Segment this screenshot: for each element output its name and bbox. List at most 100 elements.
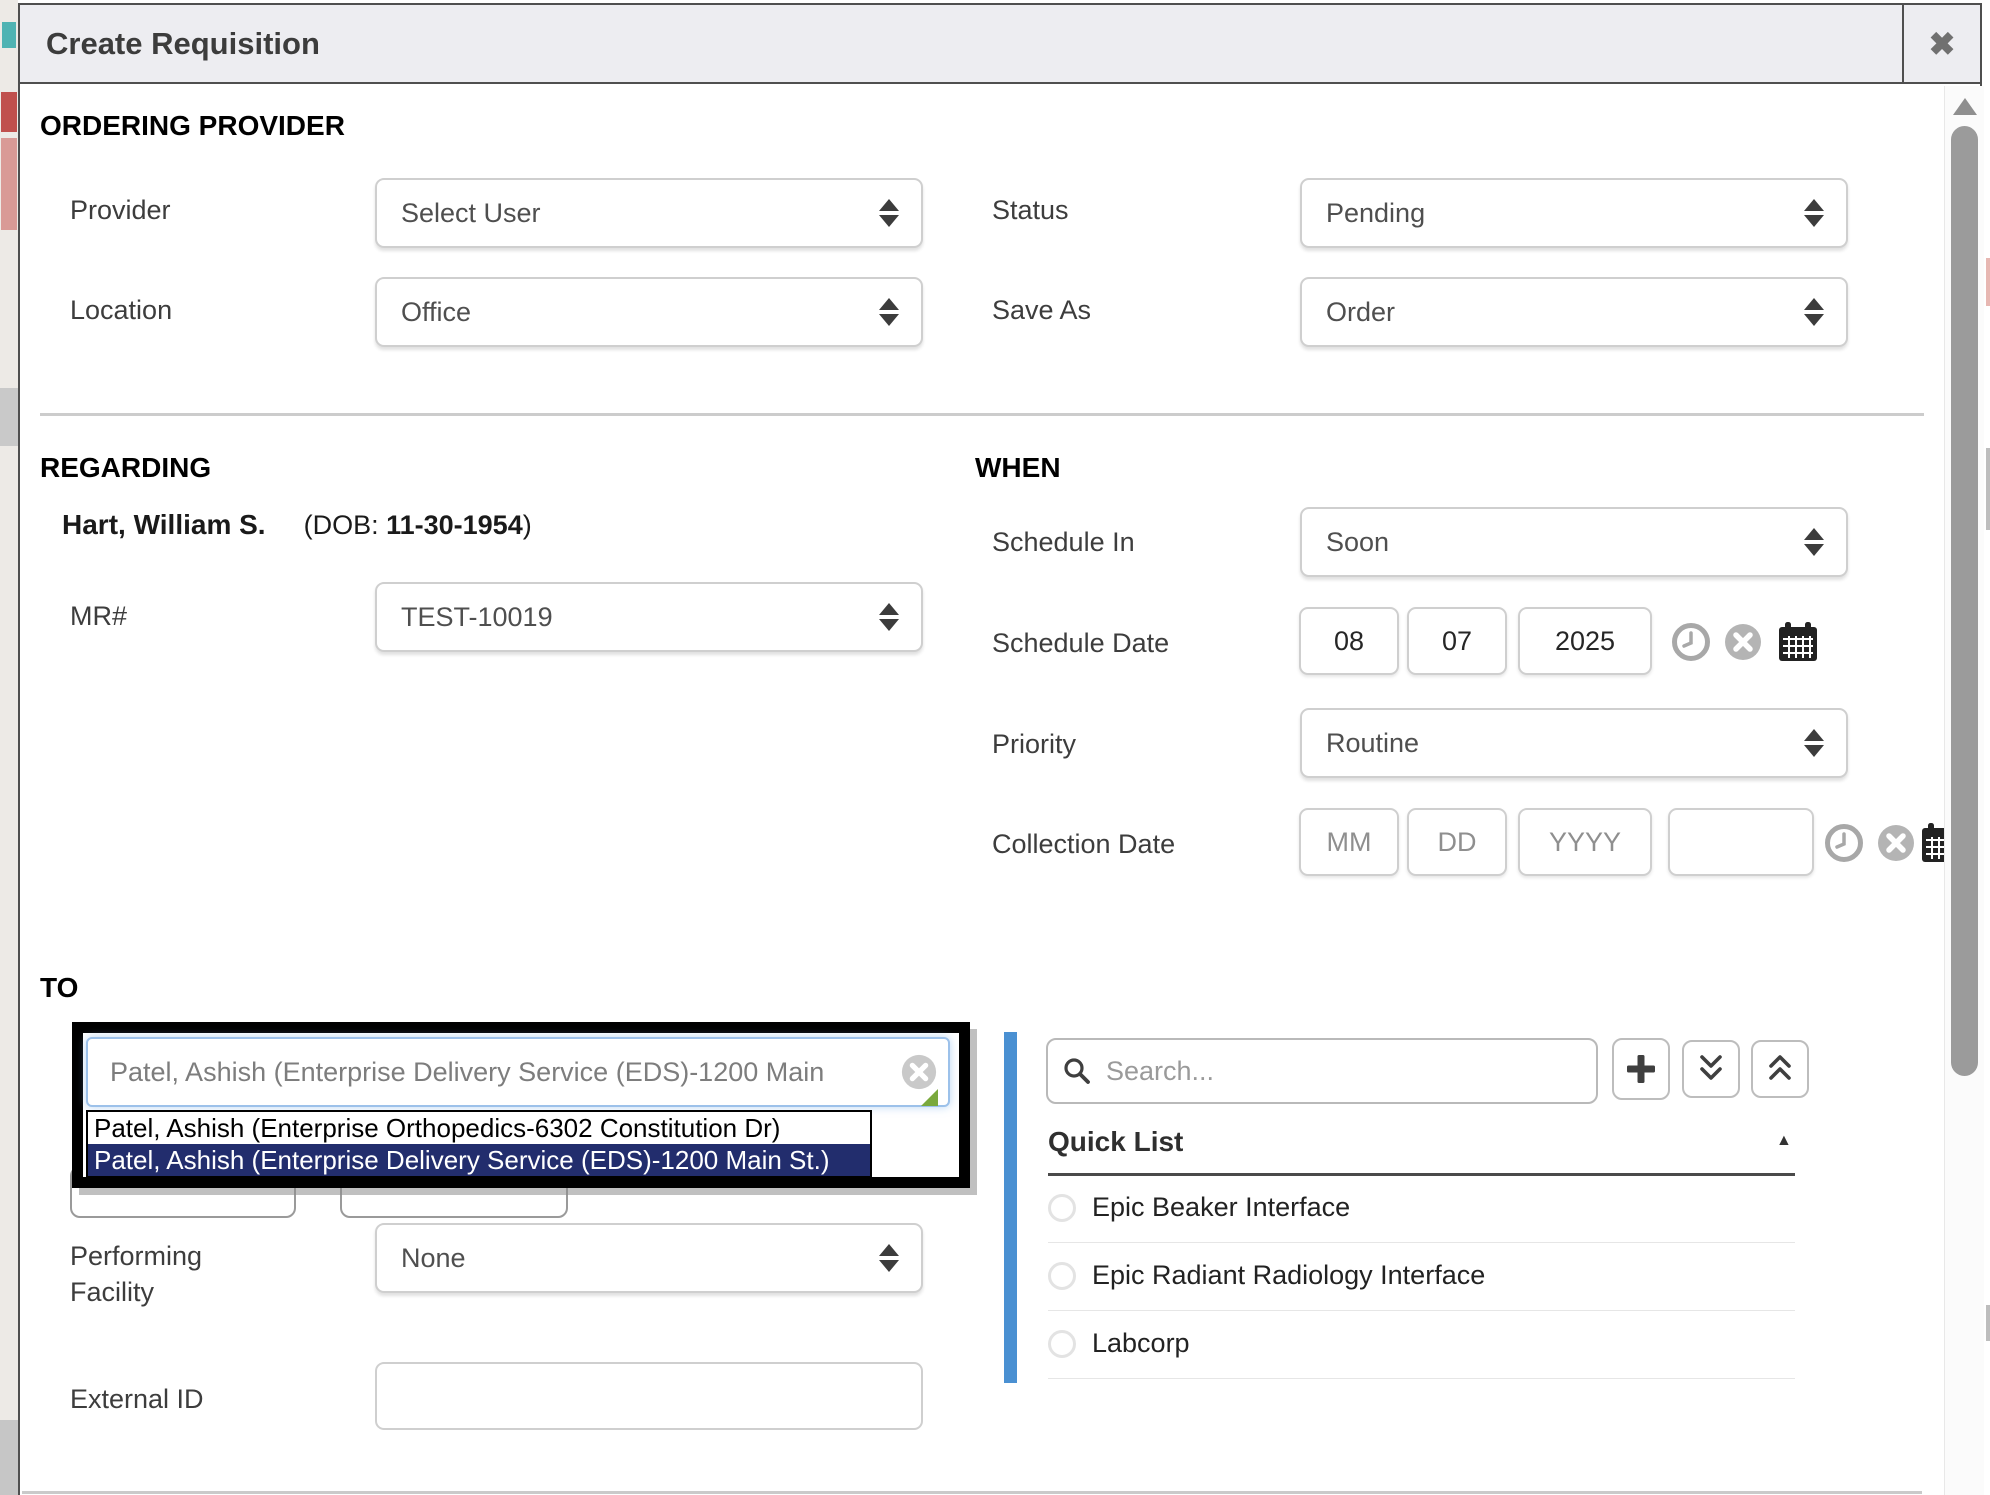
schedule-in-select[interactable]: Soon <box>1300 507 1848 577</box>
add-recipient-button[interactable] <box>1612 1038 1670 1100</box>
collection-year-input[interactable]: YYYY <box>1518 808 1652 876</box>
background-fragment <box>0 1420 18 1495</box>
select-arrows-icon <box>879 1244 899 1272</box>
select-arrows-icon <box>1804 199 1824 227</box>
ordering-provider-heading: ORDERING PROVIDER <box>40 110 345 142</box>
resize-grip-icon[interactable] <box>921 1089 938 1106</box>
background-fragment <box>2 22 16 48</box>
scrollbar-up-arrow-icon[interactable] <box>1953 98 1977 115</box>
list-divider <box>1048 1378 1795 1379</box>
provider-select-value: Select User <box>401 198 541 229</box>
section-divider <box>40 413 1924 416</box>
background-fragment <box>1986 258 1990 306</box>
location-select-value: Office <box>401 297 471 328</box>
priority-select[interactable]: Routine <box>1300 708 1848 778</box>
collection-date-label: Collection Date <box>992 826 1175 862</box>
background-fragment <box>1 92 17 132</box>
quick-list-collapse-icon[interactable]: ▲ <box>1776 1132 1792 1150</box>
schedule-year-input[interactable]: 2025 <box>1518 607 1652 675</box>
double-chevron-up-icon <box>1764 1052 1796 1086</box>
save-as-select[interactable]: Order <box>1300 277 1848 347</box>
collection-time-clock-icon[interactable] <box>1824 823 1864 863</box>
external-id-input[interactable] <box>375 1362 923 1430</box>
background-page-right-sliver <box>1986 0 1990 1495</box>
performing-facility-select[interactable]: None <box>375 1223 923 1293</box>
radio-icon <box>1048 1262 1076 1290</box>
select-arrows-icon <box>1804 528 1824 556</box>
radio-icon <box>1048 1194 1076 1222</box>
status-select[interactable]: Pending <box>1300 178 1848 248</box>
schedule-day-input[interactable]: 07 <box>1407 607 1507 675</box>
priority-label: Priority <box>992 726 1076 762</box>
status-select-value: Pending <box>1326 198 1425 229</box>
screen: Create Requisition ✖ ORDERING PROVIDER P… <box>0 0 1990 1495</box>
plus-icon <box>1624 1052 1658 1086</box>
list-divider <box>1048 1242 1795 1243</box>
collection-month-input[interactable]: MM <box>1299 808 1399 876</box>
performing-facility-select-value: None <box>401 1243 466 1274</box>
select-arrows-icon <box>879 603 899 631</box>
external-id-label: External ID <box>70 1381 204 1417</box>
schedule-date-label: Schedule Date <box>992 625 1169 661</box>
background-fragment <box>1 138 17 230</box>
schedule-clear-icon[interactable] <box>1723 622 1763 662</box>
collection-day-input[interactable]: DD <box>1407 808 1507 876</box>
suggestion-item-selected[interactable]: Patel, Ashish (Enterprise Delivery Servi… <box>88 1144 870 1176</box>
collapse-all-button[interactable] <box>1751 1040 1809 1098</box>
radio-icon <box>1048 1330 1076 1358</box>
scrollbar-thumb[interactable] <box>1951 126 1978 1076</box>
provider-label: Provider <box>70 192 171 228</box>
close-button[interactable]: ✖ <box>1902 5 1980 82</box>
status-label: Status <box>992 192 1069 228</box>
suggestion-item[interactable]: Patel, Ashish (Enterprise Orthopedics-63… <box>88 1112 870 1144</box>
schedule-time-clock-icon[interactable] <box>1671 622 1711 662</box>
recipient-annotation-box: Patel, Ashish (Enterprise Orthopedics-63… <box>72 1022 970 1188</box>
when-heading: WHEN <box>975 452 1061 484</box>
patient-line: Hart, William S. (DOB: 11-30-1954) <box>62 509 532 541</box>
to-heading: TO <box>40 972 78 1004</box>
collection-time-input[interactable] <box>1668 808 1814 876</box>
patient-name: Hart, William S. <box>62 509 266 541</box>
expand-all-button[interactable] <box>1682 1040 1740 1098</box>
select-arrows-icon <box>879 298 899 326</box>
dialog-body: ORDERING PROVIDER Provider Select User S… <box>20 86 1980 1495</box>
dialog-title: Create Requisition <box>46 26 320 62</box>
background-page-left-sliver <box>0 0 18 1495</box>
dialog-scrollbar[interactable] <box>1944 86 1984 1495</box>
mr-label: MR# <box>70 598 127 634</box>
double-chevron-down-icon <box>1695 1052 1727 1086</box>
mr-select[interactable]: TEST-10019 <box>375 582 923 652</box>
background-fragment <box>1986 1305 1990 1341</box>
recipient-input[interactable] <box>86 1037 950 1107</box>
background-fragment <box>1986 448 1990 530</box>
save-as-label: Save As <box>992 292 1091 328</box>
footer-divider <box>22 1491 1922 1494</box>
provider-select[interactable]: Select User <box>375 178 923 248</box>
quick-list-item[interactable]: Labcorp <box>1048 1328 1795 1359</box>
select-arrows-icon <box>1804 729 1824 757</box>
regarding-heading: REGARDING <box>40 452 211 484</box>
create-requisition-dialog: Create Requisition ✖ ORDERING PROVIDER P… <box>18 3 1982 1495</box>
directory-search-input[interactable] <box>1104 1055 1582 1088</box>
location-label: Location <box>70 292 172 328</box>
save-as-select-value: Order <box>1326 297 1395 328</box>
quick-list-heading: Quick List <box>1048 1126 1183 1158</box>
select-arrows-icon <box>879 199 899 227</box>
schedule-in-label: Schedule In <box>992 524 1135 560</box>
schedule-calendar-icon[interactable] <box>1775 619 1821 665</box>
dialog-titlebar: Create Requisition ✖ <box>20 5 1980 84</box>
search-icon <box>1062 1056 1092 1086</box>
quick-list-item[interactable]: Epic Radiant Radiology Interface <box>1048 1260 1795 1291</box>
quick-list-underline <box>1048 1173 1795 1176</box>
collection-clear-icon[interactable] <box>1876 823 1916 863</box>
quick-list-item[interactable]: Epic Beaker Interface <box>1048 1192 1795 1223</box>
background-fragment <box>0 388 18 446</box>
select-arrows-icon <box>1804 298 1824 326</box>
patient-dob: (DOB: 11-30-1954) <box>304 510 532 541</box>
location-select[interactable]: Office <box>375 277 923 347</box>
close-icon: ✖ <box>1929 25 1956 63</box>
recipient-clear-icon[interactable] <box>900 1053 938 1091</box>
mr-select-value: TEST-10019 <box>401 602 553 633</box>
schedule-month-input[interactable]: 08 <box>1299 607 1399 675</box>
schedule-in-select-value: Soon <box>1326 527 1389 558</box>
